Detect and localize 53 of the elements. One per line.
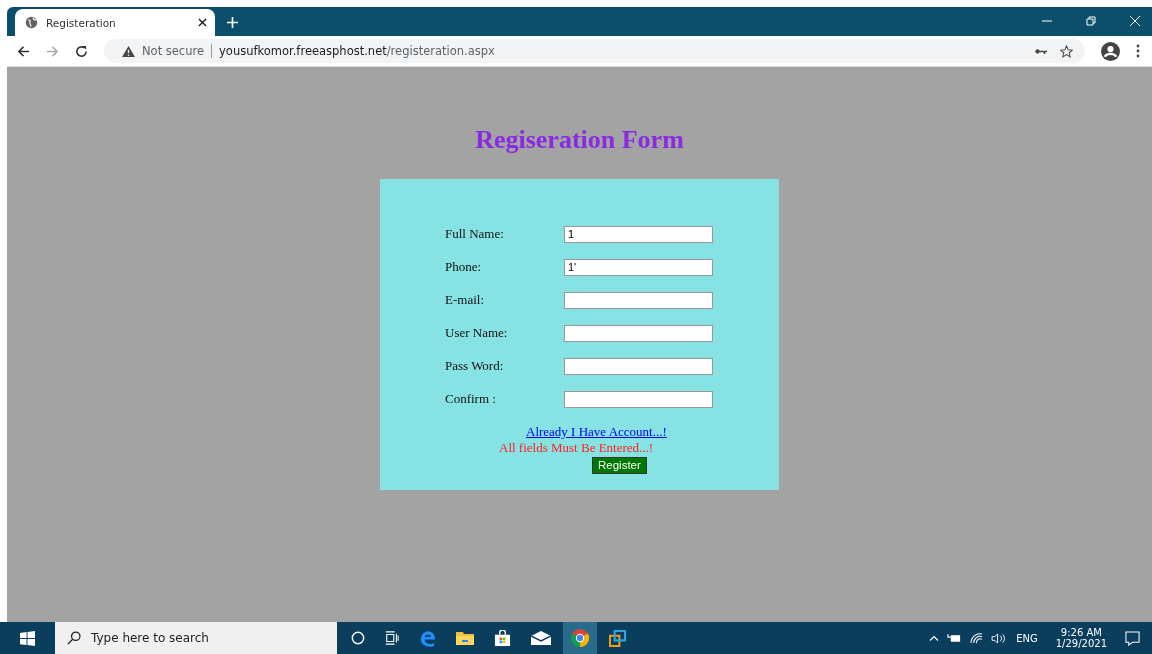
wifi-icon[interactable] [970, 632, 984, 644]
close-icon[interactable] [1130, 16, 1140, 26]
overlapping-windows-icon[interactable] [609, 629, 626, 647]
warning-icon [122, 45, 135, 57]
input-field[interactable] [564, 357, 713, 375]
field-label: Confirm : [445, 391, 497, 407]
url-text: yousufkomor.freeasphost.net/registeration.aspx [219, 44, 495, 58]
field-label: Phone: [445, 259, 483, 275]
field-label: User Name: [445, 325, 509, 341]
restore-icon[interactable] [1086, 16, 1096, 26]
field-label: Pass Word: [445, 358, 505, 374]
chrome-icon [571, 629, 589, 647]
register-button[interactable]: Register [592, 457, 647, 474]
error-message: All fields Must Be Entered...! [499, 440, 654, 456]
input-field[interactable]: 1 [564, 225, 713, 243]
globe-icon [25, 16, 38, 29]
windows-start-icon[interactable] [20, 630, 35, 646]
edge-browser-icon[interactable] [419, 629, 436, 647]
page-title: Regiseration Form [475, 125, 684, 155]
language-indicator[interactable]: ENG [1016, 632, 1038, 644]
back-arrow-icon[interactable] [17, 44, 30, 58]
input-field[interactable] [564, 291, 713, 309]
input-field[interactable] [564, 324, 713, 342]
clock-time[interactable]: 9:26 AM [1060, 627, 1102, 638]
new-tab-icon[interactable] [227, 17, 238, 28]
notification-icon[interactable] [1125, 630, 1140, 646]
speaker-icon[interactable] [991, 632, 1007, 644]
battery-icon[interactable] [947, 633, 963, 643]
search-icon [67, 631, 81, 645]
address-bar[interactable]: Not secure yousufkomor.freeasphost.net/registeration.aspx [104, 39, 1085, 63]
account-link[interactable]: Already I Have Account...! [526, 424, 667, 440]
cortana-icon[interactable] [351, 631, 365, 645]
field-label: E-mail: [445, 292, 485, 308]
security-label: Not secure [142, 44, 205, 58]
menu-icon[interactable] [1136, 44, 1140, 58]
profile-icon[interactable] [1101, 41, 1120, 61]
field-label: Full Name: [445, 226, 505, 242]
task-view-icon[interactable] [385, 631, 399, 645]
key-icon[interactable] [1035, 47, 1047, 55]
chrome-taskbar-button[interactable] [563, 622, 597, 654]
folder-icon[interactable] [456, 630, 474, 646]
browser-tab[interactable]: Registeration [15, 9, 215, 36]
store-bag-icon[interactable] [494, 629, 511, 647]
reload-icon[interactable] [75, 44, 88, 58]
clock-date[interactable]: 1/29/2021 [1055, 638, 1107, 649]
input-field[interactable]: 1' [564, 258, 713, 276]
star-icon[interactable] [1060, 44, 1073, 58]
tab-title: Registeration [46, 16, 117, 29]
input-field[interactable] [564, 390, 713, 408]
close-tab-icon[interactable] [198, 18, 207, 27]
mail-envelope-icon[interactable] [531, 631, 551, 645]
taskbar-search-field[interactable]: Type here to search [55, 622, 337, 654]
chevron-up-icon[interactable] [929, 635, 940, 641]
